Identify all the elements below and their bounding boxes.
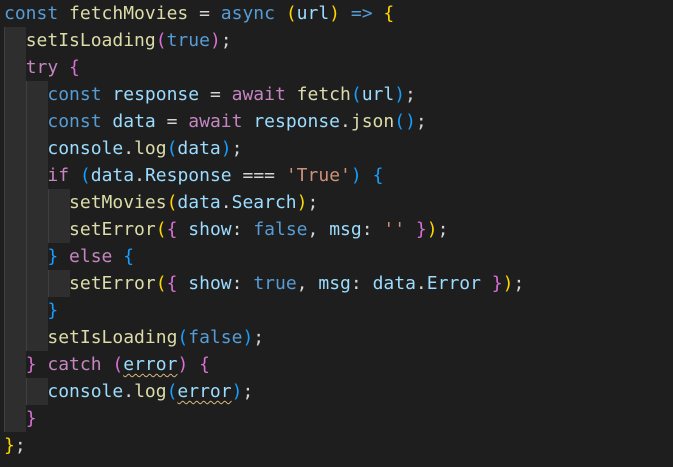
code-line: } catch (error) { [25,354,210,375]
code-line: const fetchMovies = async (url) => { [4,3,395,24]
code-line: const response = await fetch(url); [47,84,416,105]
code-line: if (data.Response === 'True') { [47,165,384,186]
code-line: console.log(data); [47,138,243,159]
code-line: console.log(error); [47,381,254,402]
code-line: } [25,408,37,429]
code-line: setIsLoading(true); [25,30,232,51]
code-line: setError({ show: true, msg: data.Error }… [69,273,525,294]
code-line: } else { [47,246,135,267]
code-line: } [47,300,59,321]
code-line: setIsLoading(false); [47,327,265,348]
code-line: try { [25,57,80,78]
code-line: const data = await response.json(); [47,111,427,132]
code-line: setMovies(data.Search); [69,192,319,213]
code-line: setError({ show: false, msg: '' }); [69,219,449,240]
code-line: }; [4,435,26,456]
code-editor[interactable]: const fetchMovies = async (url) => { set… [0,0,673,467]
